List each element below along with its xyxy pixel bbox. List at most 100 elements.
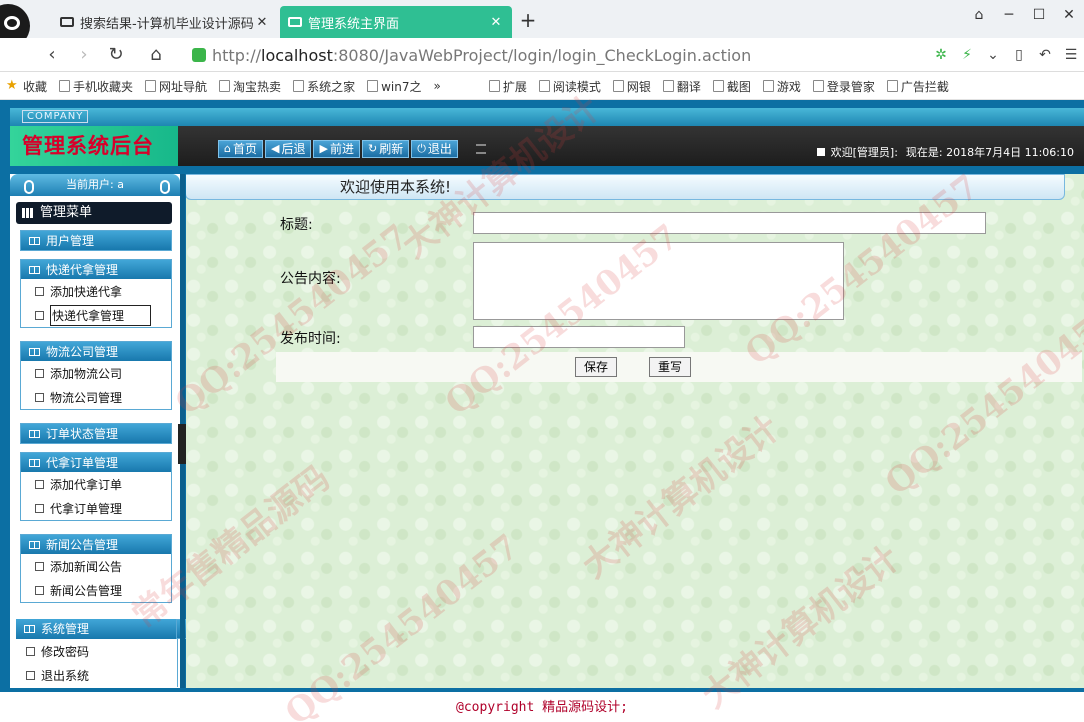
forward-arrow-icon[interactable]: › <box>70 42 98 68</box>
page-icon <box>367 80 379 92</box>
url-host: localhost <box>261 45 333 65</box>
translate-button[interactable]: 翻译 <box>657 78 707 95</box>
forward-button[interactable]: ▶ 前进 <box>313 140 360 158</box>
new-tab-button[interactable]: + <box>516 8 540 32</box>
save-button[interactable]: 保存 <box>575 357 618 377</box>
menu-group-title[interactable]: 订单状态管理 <box>21 423 171 443</box>
bookmark-favorites[interactable]: ★ 收藏 <box>0 78 53 95</box>
menu-group-title[interactable]: 新闻公告管理 <box>21 534 171 554</box>
page-icon <box>35 392 44 402</box>
lightning-icon[interactable]: ⚡ <box>954 42 980 68</box>
minimize-icon[interactable]: ─ <box>994 4 1024 26</box>
back-arrow-icon[interactable]: ‹ <box>38 42 66 68</box>
login-manager-button[interactable]: 登录管家 <box>807 78 881 95</box>
logout-button[interactable]: ⏻ 退出 <box>411 140 458 158</box>
button-label: 退出 <box>427 142 452 156</box>
menu-item-add-logistics[interactable]: 添加物流公司 <box>21 361 171 385</box>
menu-item-add-express[interactable]: 添加快递代拿 <box>21 279 171 303</box>
star-icon: ★ <box>6 78 18 93</box>
content-label: 公告内容: <box>280 271 341 287</box>
screenshot-button[interactable]: 截图 <box>707 78 757 95</box>
item-label: 物流公司管理 <box>50 390 123 405</box>
menu-icon[interactable]: ☰ <box>1058 42 1084 68</box>
menu-item-manage-logistics[interactable]: 物流公司管理 <box>21 385 171 409</box>
bookmark-taobao[interactable]: 淘宝热卖 <box>213 78 287 95</box>
app-header: COMPANY 管理系统后台 ⌂ 首页 ◀ 后退 ▶ 前进 ↻ 刷新 ⏻ 退出 欢迎[管理… <box>10 108 1084 166</box>
menu-group-users: 用户管理 <box>20 230 172 251</box>
adblock-button[interactable]: 广告拦截 <box>881 78 955 95</box>
undo-icon[interactable]: ↶ <box>1032 42 1058 68</box>
button-label: 首页 <box>232 142 257 156</box>
reset-button[interactable]: 重写 <box>649 357 692 377</box>
item-label: 添加快递代拿 <box>50 284 123 299</box>
menu-group-title[interactable]: 系统管理 <box>16 619 188 639</box>
publish-date-input[interactable] <box>473 326 685 348</box>
bookmark-label: 收藏 <box>23 79 48 94</box>
refresh-button[interactable]: ↻ 刷新 <box>361 140 410 158</box>
accelerate-icon[interactable]: ✲ <box>928 42 954 68</box>
folder-icon <box>29 347 40 356</box>
reader-mode-button[interactable]: 阅读模式 <box>533 78 607 95</box>
sidebar: 当前用户: a 管理菜单 用户管理 快递代拿管理 添加快递代拿 快递代拿管理 物… <box>10 174 188 688</box>
bookmark-nav[interactable]: 网址导航 <box>139 78 213 95</box>
menu-item-manage-news[interactable]: 新闻公告管理 <box>21 578 171 602</box>
games-button[interactable]: 游戏 <box>757 78 807 95</box>
close-icon[interactable]: ✕ <box>254 15 270 30</box>
bookmarks-bar: ★ 收藏 手机收藏夹 网址导航 淘宝热卖 系统之家 win7之 » 扩展 阅读模式… <box>0 73 1084 100</box>
bookmark-system-home[interactable]: 系统之家 <box>287 78 361 95</box>
current-time: 现在是: 2018年7月4日 11:06:10 <box>905 146 1074 159</box>
home-button[interactable]: ⌂ 首页 <box>218 140 263 158</box>
extension-button[interactable]: 扩展 <box>483 78 533 95</box>
maximize-icon[interactable]: ☐ <box>1024 4 1054 26</box>
browser-tab-search-results[interactable]: 搜索结果-计算机毕业设计源码网 ✕ <box>52 6 278 38</box>
page-icon <box>35 585 44 595</box>
bank-button[interactable]: 网银 <box>607 78 657 95</box>
dropdown-icon[interactable]: ⌄ <box>980 42 1006 68</box>
group-label: 物流公司管理 <box>46 344 119 359</box>
bookmark-win7[interactable]: win7之 <box>361 78 427 95</box>
close-window-icon[interactable]: ✕ <box>1054 4 1084 26</box>
date-label: 发布时间: <box>280 331 341 347</box>
browser-tab-bar: 搜索结果-计算机毕业设计源码网 ✕ 管理系统主界面 ✕ + ⌂ ─ ☐ ✕ <box>0 0 1084 48</box>
bookmark-mobile[interactable]: 手机收藏夹 <box>53 78 139 95</box>
folder-icon <box>24 625 35 633</box>
menu-group-title[interactable]: 用户管理 <box>21 230 171 250</box>
phone-icon[interactable]: ▯ <box>1006 42 1032 68</box>
tab-label: 管理系统主界面 <box>308 16 400 32</box>
menu-group-title[interactable]: 物流公司管理 <box>21 341 171 361</box>
forward-icon: ▶ <box>319 142 328 155</box>
menu-group-title[interactable]: 快递代拿管理 <box>21 259 171 279</box>
group-label: 系统管理 <box>41 622 90 636</box>
scissors-icon <box>712 80 724 92</box>
menu-item-manage-express[interactable]: 快递代拿管理 <box>21 303 171 327</box>
header-toolbar: ⌂ 首页 ◀ 后退 ▶ 前进 ↻ 刷新 ⏻ 退出 <box>218 140 460 158</box>
group-label: 快递代拿管理 <box>46 262 119 277</box>
reload-icon[interactable]: ↻ <box>102 42 130 68</box>
bookmark-more[interactable]: » <box>427 79 446 93</box>
close-icon[interactable]: ✕ <box>488 15 504 30</box>
content-textarea[interactable] <box>473 242 844 320</box>
browser-tab-admin-main[interactable]: 管理系统主界面 ✕ <box>280 6 512 38</box>
company-logo: COMPANY <box>22 110 89 123</box>
title-input[interactable] <box>473 212 986 234</box>
toolbar-grip-icon <box>476 144 486 154</box>
menu-item-add-news[interactable]: 添加新闻公告 <box>21 554 171 578</box>
back-icon: ◀ <box>271 142 280 155</box>
pin-icon <box>160 180 170 194</box>
page-icon <box>219 80 231 92</box>
collapse-sidebar-handle[interactable] <box>178 424 186 464</box>
menu-item-exit-system[interactable]: 退出系统 <box>16 663 178 687</box>
address-bar[interactable]: http://localhost:8080/JavaWebProject/log… <box>180 42 976 68</box>
item-label: 退出系统 <box>41 668 90 683</box>
item-label: 修改密码 <box>41 644 90 659</box>
folder-icon <box>59 80 71 92</box>
back-button[interactable]: ◀ 后退 <box>265 140 312 158</box>
menu-item-change-password[interactable]: 修改密码 <box>16 639 178 663</box>
home-icon[interactable]: ⌂ <box>142 42 170 68</box>
menu-item-add-order[interactable]: 添加代拿订单 <box>21 472 171 496</box>
menu-item-manage-orders[interactable]: 代拿订单管理 <box>21 496 171 520</box>
item-label: 快递代拿管理 <box>50 304 152 326</box>
menu-group-title[interactable]: 代拿订单管理 <box>21 452 171 472</box>
home-icon: ⌂ <box>224 142 231 155</box>
skin-icon[interactable]: ⌂ <box>964 4 994 26</box>
